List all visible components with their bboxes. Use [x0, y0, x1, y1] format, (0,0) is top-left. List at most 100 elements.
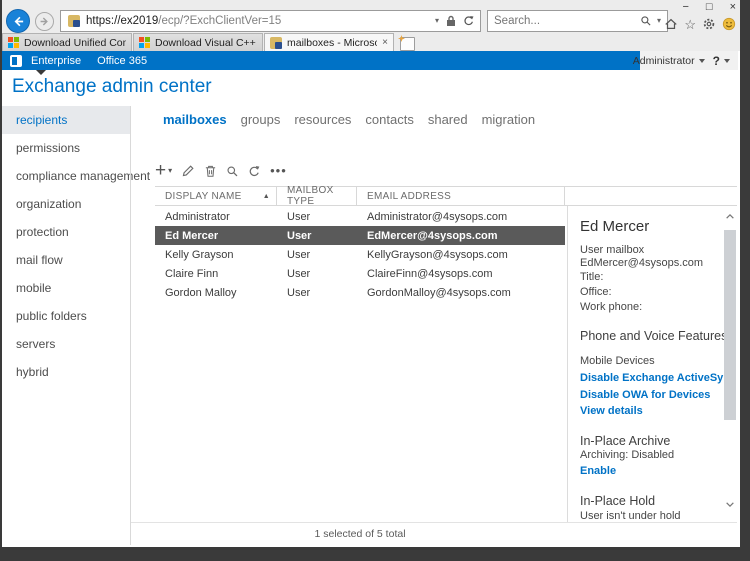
ie-window: − □ × https://ex2019/ecp/?ExchClientVer=… [0, 0, 750, 561]
details-scrollbar[interactable] [723, 210, 737, 515]
sidebar-item-protection[interactable]: protection [2, 218, 130, 246]
new-tab-button[interactable] [398, 35, 415, 51]
table-row-gordon-malloy[interactable]: Gordon Malloy User GordonMalloy@4sysops.… [155, 283, 565, 302]
column-header-display-name[interactable]: DISPLAY NAME ▲ [155, 187, 277, 205]
cell-email: ClaireFinn@4sysops.com [367, 267, 493, 280]
feedback-smiley-icon[interactable] [722, 17, 736, 31]
link-view-details[interactable]: View details [580, 405, 643, 417]
settings-gear-icon[interactable] [702, 17, 716, 31]
column-header-mailbox-type[interactable]: MAILBOX TYPE [277, 185, 357, 207]
window-border-bottom [0, 547, 750, 561]
hold-status: User isn't under hold [580, 510, 681, 522]
link-disable-activesync[interactable]: Disable Exchange ActiveSync [580, 372, 736, 384]
details-mailbox-type: User mailbox [580, 244, 645, 256]
recipients-tab-strip: mailboxes groups resources contacts shar… [163, 112, 535, 127]
cell-mailbox-type: User [287, 248, 311, 261]
link-enable-archive[interactable]: Enable [580, 465, 616, 477]
sidebar-item-permissions[interactable]: permissions [2, 134, 130, 162]
browser-tab-mailboxes-active[interactable]: mailboxes - Microsoft Exch... × [264, 33, 394, 51]
window-controls: − □ × [682, 0, 736, 15]
maximize-button[interactable]: □ [706, 2, 713, 13]
details-title: Ed Mercer [580, 218, 650, 235]
sidebar-nav: recipients permissions compliance manage… [2, 106, 150, 386]
sidebar-item-servers[interactable]: servers [2, 330, 130, 358]
selection-status: 1 selected of 5 total [314, 528, 406, 540]
search-icon[interactable] [640, 15, 652, 27]
refresh-list-button[interactable] [248, 165, 261, 178]
favorites-star-icon[interactable]: ☆ [684, 18, 696, 31]
sidebar-item-mail-flow[interactable]: mail flow [2, 246, 130, 274]
home-icon[interactable] [664, 17, 678, 31]
list-bottom-divider [131, 522, 737, 523]
user-menu-caret-icon[interactable] [698, 58, 705, 63]
sidebar-item-recipients[interactable]: recipients [2, 106, 130, 134]
office-logo-icon [10, 54, 22, 67]
mobile-devices-label: Mobile Devices [580, 355, 655, 367]
user-menu[interactable]: Administrator [633, 55, 695, 67]
mailbox-toolbar: + ▾ ••• [155, 160, 287, 182]
column-header-spacer [565, 187, 737, 205]
sidebar-item-public-folders[interactable]: public folders [2, 302, 130, 330]
edit-button[interactable] [181, 164, 195, 178]
sort-ascending-icon: ▲ [262, 192, 270, 200]
browser-search-box[interactable]: Search... ▾ [487, 10, 668, 32]
window-border-right [740, 0, 750, 561]
column-label: MAILBOX TYPE [287, 185, 334, 207]
address-bar[interactable]: https://ex2019/ecp/?ExchClientVer=15 ▾ [60, 10, 481, 32]
column-label: EMAIL ADDRESS [367, 190, 452, 202]
tab-migration[interactable]: migration [482, 112, 535, 127]
minimize-button[interactable]: − [682, 2, 688, 13]
sidebar-item-hybrid[interactable]: hybrid [2, 358, 130, 386]
table-row-ed-mercer-selected[interactable]: Ed Mercer User EdMercer@4sysops.com [155, 226, 565, 245]
table-row-administrator[interactable]: Administrator User Administrator@4sysops… [155, 207, 565, 226]
close-button[interactable]: × [730, 2, 736, 13]
more-options-button[interactable]: ••• [270, 164, 287, 177]
scrollbar-thumb[interactable] [724, 230, 736, 420]
cell-display-name: Claire Finn [165, 267, 219, 280]
cell-email: Administrator@4sysops.com [367, 210, 508, 223]
back-button[interactable] [6, 9, 30, 33]
browser-tab-download-unified[interactable]: Download Unified Communic... [2, 33, 132, 51]
new-mailbox-button[interactable]: + ▾ [155, 161, 172, 180]
delete-button[interactable] [204, 164, 217, 178]
sidebar-item-compliance-management[interactable]: compliance management [2, 162, 150, 190]
sidebar-item-organization[interactable]: organization [2, 190, 130, 218]
sidebar-divider [130, 106, 131, 545]
tab-mailboxes[interactable]: mailboxes [163, 112, 227, 127]
cell-display-name: Kelly Grayson [165, 248, 234, 261]
table-row-claire-finn[interactable]: Claire Finn User ClaireFinn@4sysops.com [155, 264, 565, 283]
new-tab-sparkle-icon [398, 35, 405, 42]
search-dropdown-icon[interactable]: ▾ [657, 17, 661, 25]
exchange-favicon [270, 36, 282, 49]
scroll-down-icon[interactable] [724, 498, 736, 510]
sidebar-item-mobile[interactable]: mobile [2, 274, 130, 302]
url-text: https://ex2019/ecp/?ExchClientVer=15 [86, 15, 435, 27]
refresh-page-icon[interactable] [463, 15, 475, 27]
browser-tab-download-vcpp[interactable]: Download Visual C++ Redistri... [133, 33, 263, 51]
column-label: DISPLAY NAME [165, 190, 242, 202]
help-menu-caret-icon[interactable] [724, 58, 730, 63]
cell-mailbox-type: User [287, 286, 311, 299]
details-field-title: Title: [580, 271, 604, 283]
tab-shared[interactable]: shared [428, 112, 468, 127]
nav-office-365[interactable]: Office 365 [97, 55, 147, 67]
lock-icon [447, 15, 455, 26]
tab-contacts[interactable]: contacts [365, 112, 413, 127]
scroll-up-icon[interactable] [724, 210, 736, 222]
url-dropdown-icon[interactable]: ▾ [435, 17, 439, 25]
tab-title: Download Visual C++ Redistri... [155, 36, 257, 49]
cell-mailbox-type: User [287, 267, 311, 280]
forward-button[interactable] [35, 12, 54, 31]
search-mailboxes-button[interactable] [226, 165, 239, 178]
tab-resources[interactable]: resources [294, 112, 351, 127]
nav-enterprise[interactable]: Enterprise [31, 55, 81, 67]
page-title: Exchange admin center [12, 76, 212, 97]
tab-groups[interactable]: groups [241, 112, 281, 127]
column-header-email-address[interactable]: EMAIL ADDRESS [357, 187, 565, 205]
details-field-work-phone: Work phone: [580, 301, 643, 313]
table-row-kelly-grayson[interactable]: Kelly Grayson User KellyGrayson@4sysops.… [155, 245, 565, 264]
cell-email: EdMercer@4sysops.com [367, 229, 498, 242]
help-menu[interactable]: ? [713, 54, 720, 68]
link-disable-owa[interactable]: Disable OWA for Devices [580, 389, 710, 401]
tab-close-icon[interactable]: × [382, 37, 388, 48]
